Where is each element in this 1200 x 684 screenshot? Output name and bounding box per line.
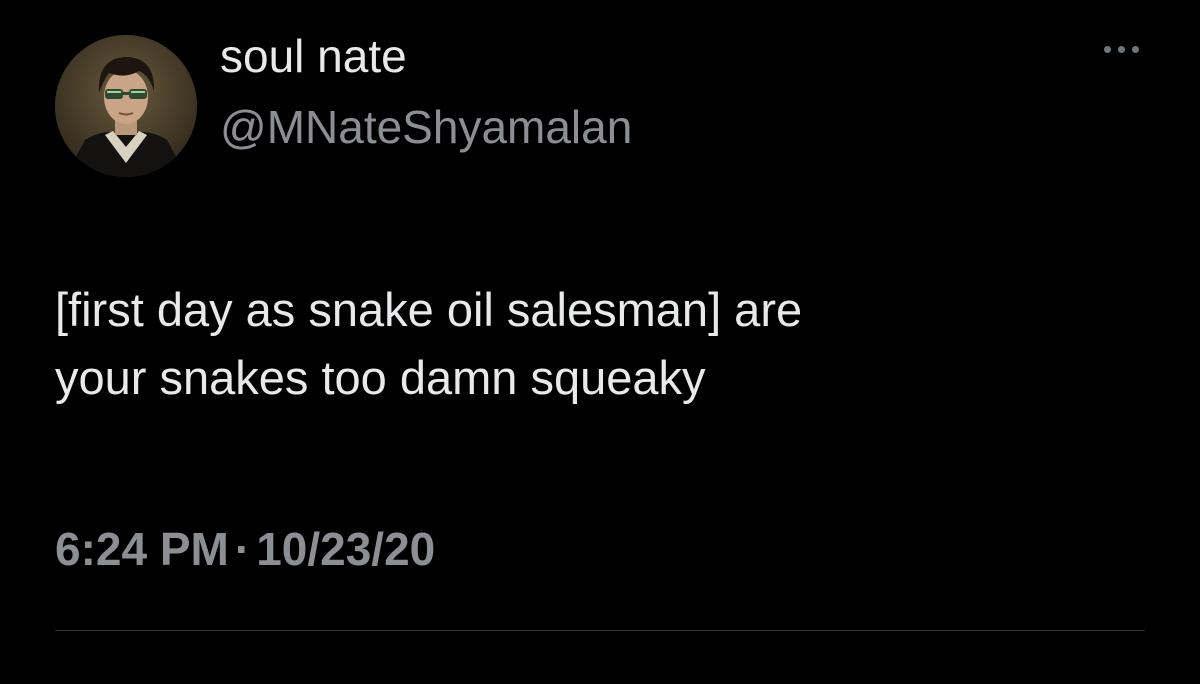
ellipsis-icon — [1103, 45, 1111, 53]
avatar[interactable] — [55, 35, 197, 177]
ellipsis-icon — [1117, 45, 1125, 53]
tweet: soul nate @MNateShyamalan [first day as … — [0, 0, 1200, 684]
meta-separator: · — [234, 523, 251, 575]
portrait-avatar-icon — [55, 35, 197, 177]
author-handle[interactable]: @MNateShyamalan — [220, 101, 632, 153]
ellipsis-icon — [1131, 45, 1139, 53]
author-display-name[interactable]: soul nate — [220, 30, 407, 82]
tweet-time: 6:24 PM — [55, 523, 229, 575]
more-options-button[interactable] — [1086, 32, 1156, 66]
tweet-text-line: [first day as snake oil salesman] are — [55, 283, 803, 336]
tweet-timestamp[interactable]: 6:24 PM · 10/23/20 — [55, 520, 435, 578]
tweet-text: [first day as snake oil salesman] are yo… — [55, 276, 1165, 412]
tweet-text-line: your snakes too damn squeaky — [55, 351, 706, 404]
divider — [55, 630, 1145, 631]
tweet-date: 10/23/20 — [256, 523, 436, 575]
